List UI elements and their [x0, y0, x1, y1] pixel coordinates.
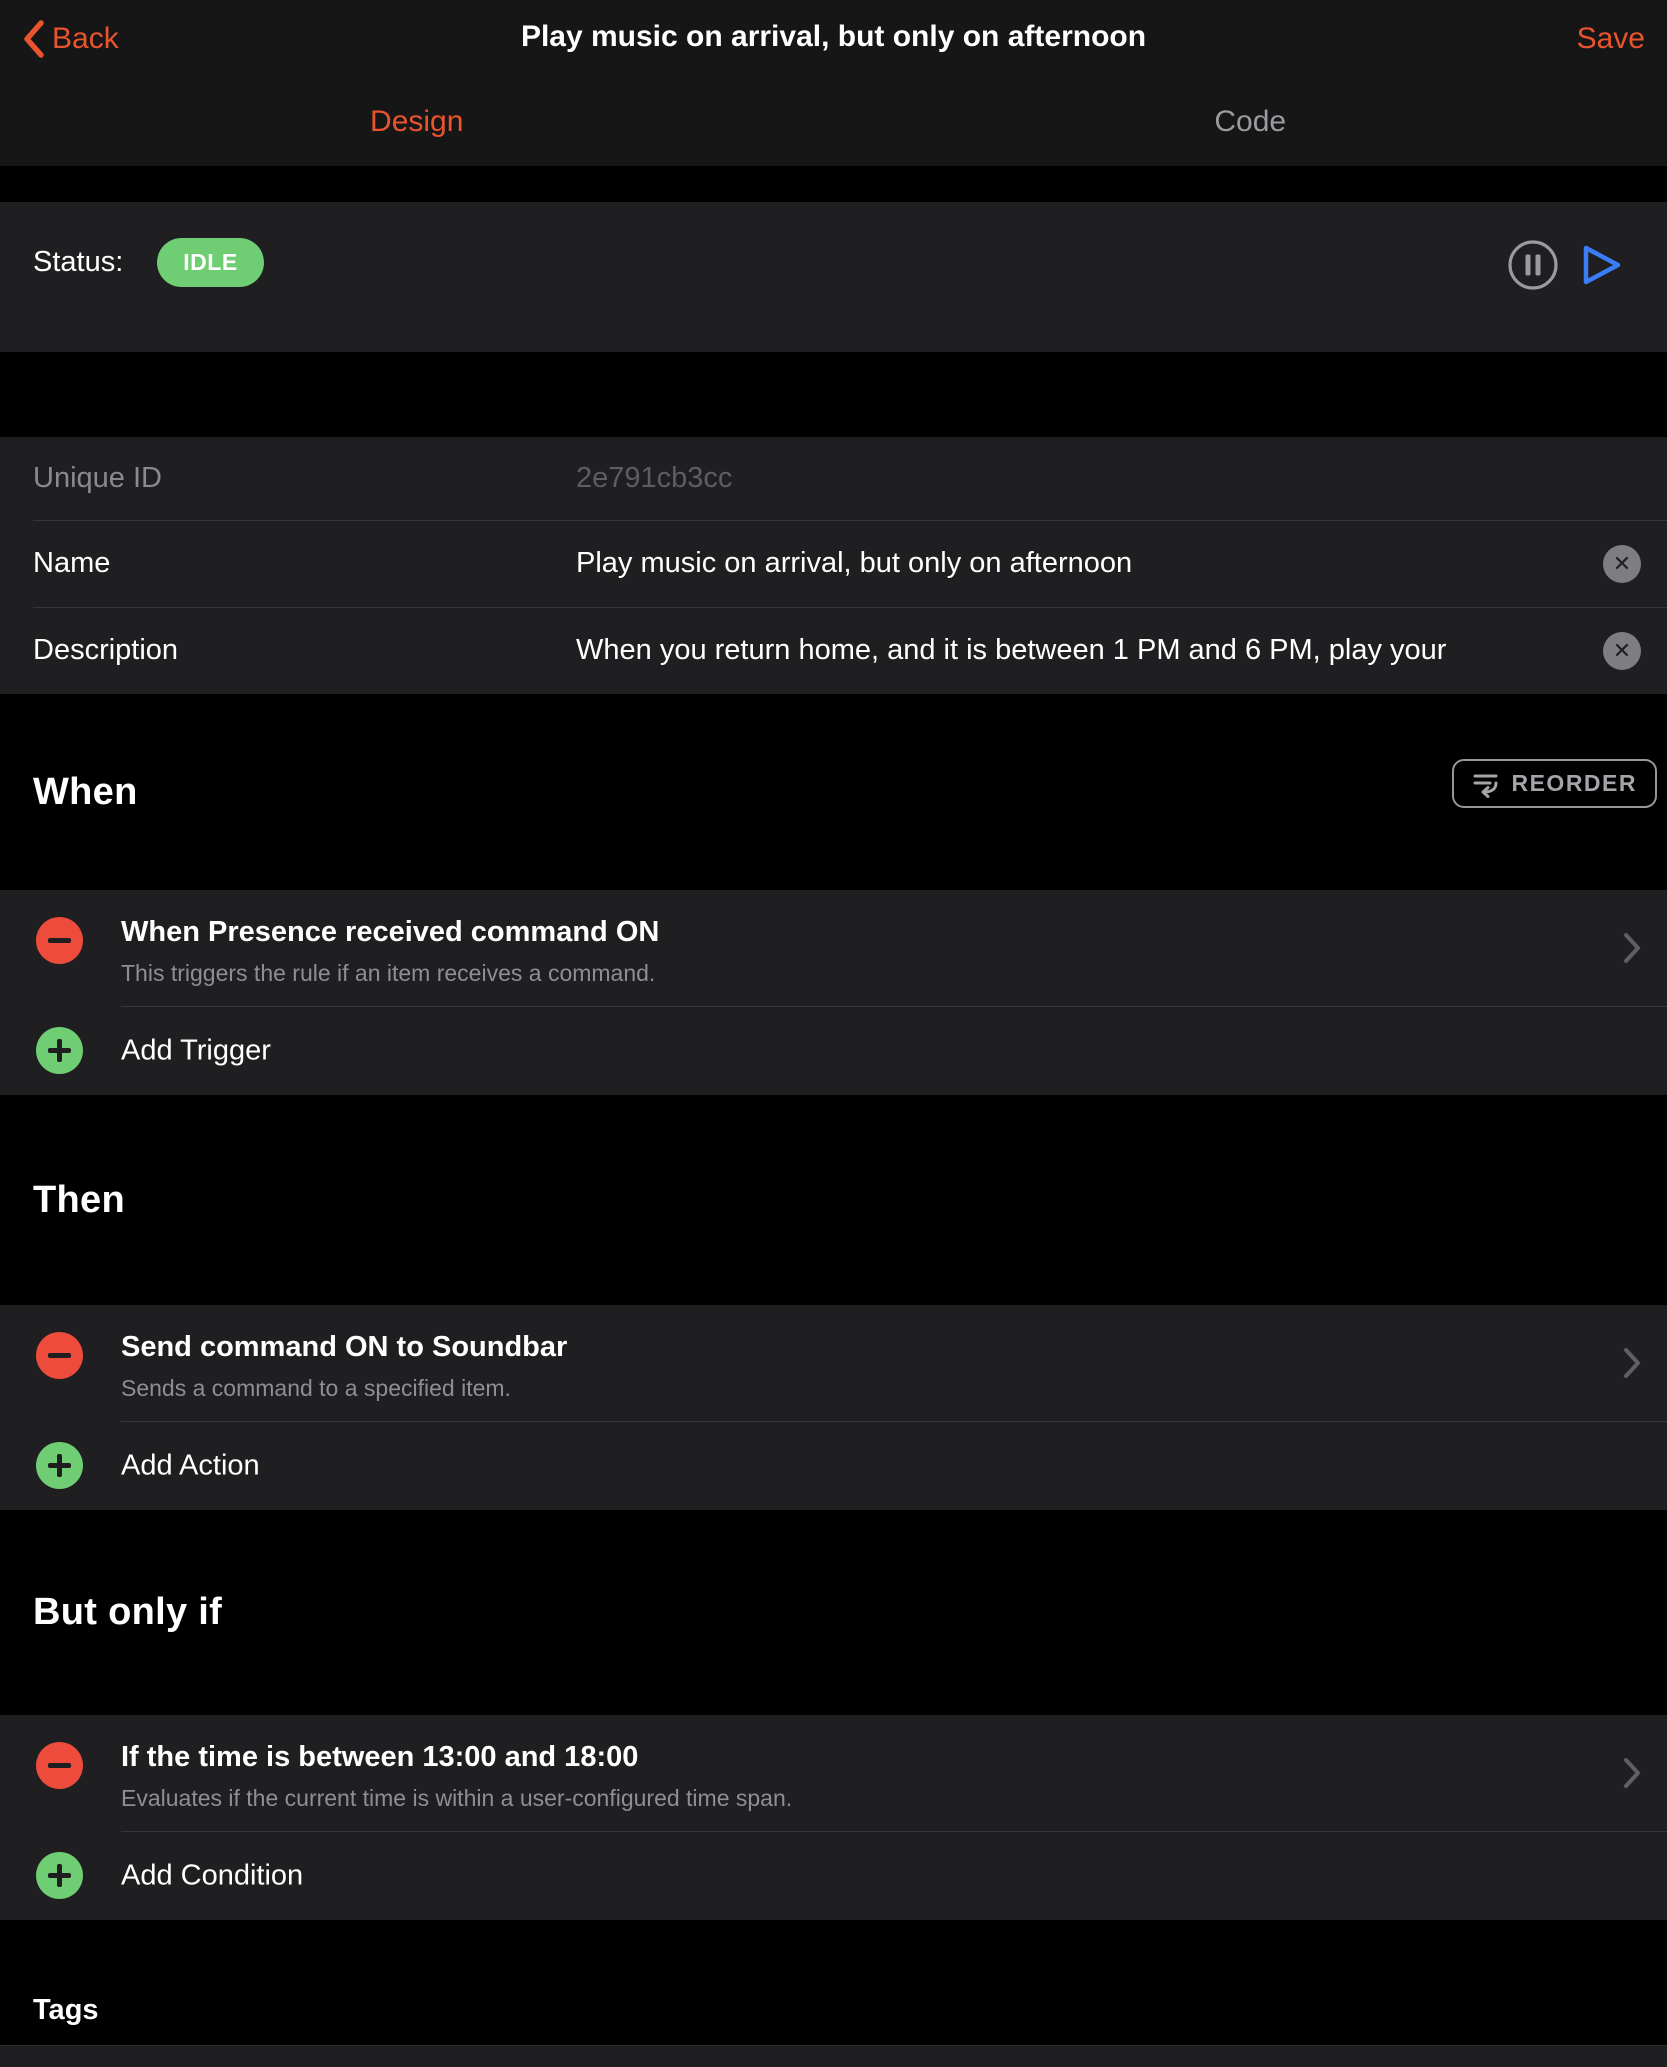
save-button[interactable]: Save [1577, 22, 1645, 56]
add-action-row[interactable]: Add Action [0, 1421, 1667, 1510]
spacer [0, 352, 1667, 437]
reorder-icon [1472, 770, 1499, 798]
add-condition-label: Add Condition [121, 1859, 303, 1892]
condition-section-header: But only if [0, 1510, 1667, 1715]
tab-code[interactable]: Code [834, 105, 1667, 139]
add-trigger-row[interactable]: Add Trigger [0, 1006, 1667, 1095]
then-section-header: Then [0, 1095, 1667, 1305]
add-trigger-label: Add Trigger [121, 1034, 271, 1067]
remove-condition-button[interactable] [36, 1742, 83, 1789]
but-only-if-title: But only if [33, 1591, 222, 1634]
status-label: Status: [33, 246, 123, 279]
remove-action-button[interactable] [36, 1332, 83, 1379]
rule-editor-screen: Back Play music on arrival, but only on … [0, 0, 1667, 2067]
clear-name-button[interactable]: ✕ [1603, 545, 1641, 583]
rule-details-group: Unique ID 2e791cb3cc Name Play music on … [0, 437, 1667, 694]
reorder-button[interactable]: REORDER [1452, 759, 1657, 808]
trigger-item[interactable]: When Presence received command ON This t… [0, 890, 1667, 1006]
navigation-bar: Back Play music on arrival, but only on … [0, 0, 1667, 167]
tags-row-partial [0, 2045, 1667, 2067]
back-button-label: Back [52, 22, 119, 56]
add-condition-row[interactable]: Add Condition [0, 1831, 1667, 1920]
reorder-label: REORDER [1511, 770, 1637, 797]
action-item[interactable]: Send command ON to Soundbar Sends a comm… [0, 1305, 1667, 1421]
condition-subtitle: Evaluates if the current time is within … [121, 1785, 1587, 1812]
description-field[interactable]: When you return home, and it is between … [576, 634, 1667, 667]
run-rule-button[interactable] [1578, 242, 1626, 288]
condition-item[interactable]: If the time is between 13:00 and 18:00 E… [0, 1715, 1667, 1831]
when-title: When [33, 771, 138, 814]
then-title: Then [33, 1179, 125, 1222]
back-chevron-icon [22, 18, 46, 60]
tags-section-header: Tags [0, 1920, 1667, 2045]
unique-id-row: Unique ID 2e791cb3cc [0, 437, 1667, 520]
status-badge: IDLE [157, 238, 263, 287]
remove-trigger-button[interactable] [36, 917, 83, 964]
clear-icon: ✕ [1613, 640, 1631, 662]
status-section: Status: IDLE [0, 202, 1667, 352]
chevron-right-icon [1621, 1346, 1643, 1380]
add-action-label: Add Action [121, 1449, 260, 1482]
back-button[interactable]: Back [22, 18, 119, 60]
chevron-right-icon [1621, 931, 1643, 965]
add-action-plus-icon [36, 1442, 83, 1489]
name-row: Name Play music on arrival, but only on … [0, 520, 1667, 607]
name-label: Name [0, 547, 576, 580]
condition-title: If the time is between 13:00 and 18:00 [121, 1741, 1587, 1774]
unique-id-value: 2e791cb3cc [576, 462, 1667, 495]
chevron-right-icon [1621, 1756, 1643, 1790]
add-trigger-plus-icon [36, 1027, 83, 1074]
action-subtitle: Sends a command to a specified item. [121, 1375, 1587, 1402]
name-field[interactable]: Play music on arrival, but only on after… [576, 547, 1667, 580]
clear-description-button[interactable]: ✕ [1603, 632, 1641, 670]
page-title: Play music on arrival, but only on after… [0, 20, 1667, 54]
add-condition-plus-icon [36, 1852, 83, 1899]
tab-design[interactable]: Design [0, 105, 834, 139]
description-row: Description When you return home, and it… [0, 607, 1667, 694]
action-title: Send command ON to Soundbar [121, 1331, 1587, 1364]
unique-id-label: Unique ID [0, 462, 576, 495]
pause-rule-button[interactable] [1506, 238, 1560, 292]
trigger-subtitle: This triggers the rule if an item receiv… [121, 960, 1587, 987]
trigger-title: When Presence received command ON [121, 916, 1587, 949]
spacer [0, 167, 1667, 202]
when-section-header: When REORDER [0, 694, 1667, 890]
mode-tabs: Design Code [0, 78, 1667, 166]
clear-icon: ✕ [1613, 553, 1631, 575]
description-label: Description [0, 634, 576, 667]
tags-title: Tags [33, 1994, 99, 2027]
